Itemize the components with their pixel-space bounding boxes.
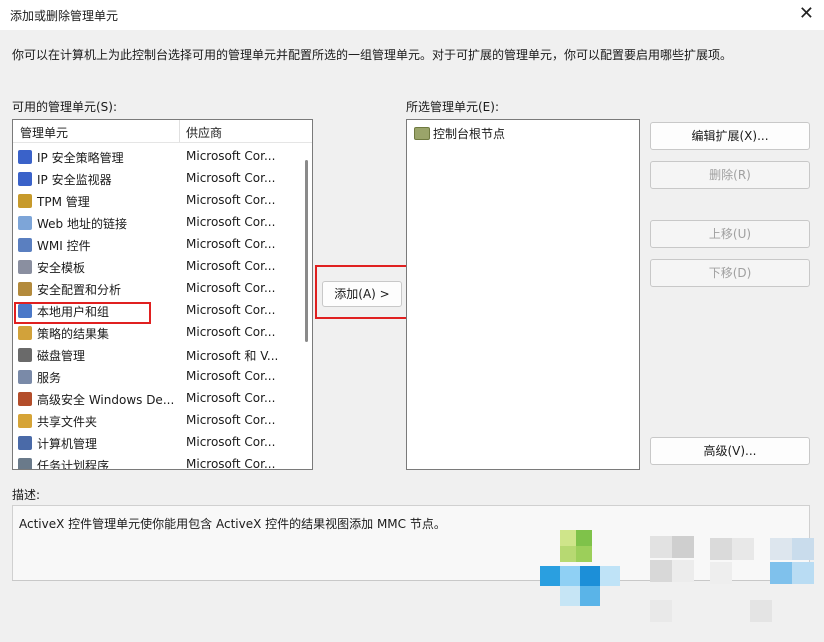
snapin-name: 高级安全 Windows De...	[37, 393, 175, 407]
list-item[interactable]: TPM 管理 Microsoft Cor...	[13, 190, 303, 212]
list-item[interactable]: 任务计划程序 Microsoft Cor...	[13, 454, 303, 470]
tpm-icon	[18, 194, 32, 208]
services-icon	[18, 370, 32, 384]
list-item[interactable]: WMI 控件 Microsoft Cor...	[13, 234, 303, 256]
list-item[interactable]: 计算机管理 Microsoft Cor...	[13, 432, 303, 454]
move-down-button[interactable]: 下移(D)	[650, 259, 810, 287]
window-title: 添加或删除管理单元	[10, 9, 119, 23]
snapin-name: 安全模板	[37, 261, 86, 275]
snapin-vendor: Microsoft Cor...	[186, 237, 276, 251]
selected-label: 所选管理单元(E):	[406, 100, 499, 114]
firewall-icon	[18, 392, 32, 406]
add-button[interactable]: 添加(A) >	[322, 281, 402, 307]
snapin-name: 策略的结果集	[37, 327, 110, 341]
highlight-box	[14, 302, 151, 324]
snapin-name: 共享文件夹	[37, 415, 98, 429]
snapin-name: Web 地址的链接	[37, 217, 127, 231]
snapin-vendor: Microsoft Cor...	[186, 391, 276, 405]
snapin-vendor: Microsoft Cor...	[186, 457, 276, 470]
snapin-name: 计算机管理	[37, 437, 98, 451]
snapin-name: IP 安全策略管理	[37, 151, 124, 165]
snapin-name: IP 安全监视器	[37, 173, 112, 187]
snapin-name: WMI 控件	[37, 239, 91, 253]
snapin-vendor: Microsoft 和 V...	[186, 349, 279, 363]
list-item[interactable]: 高级安全 Windows De... Microsoft Cor...	[13, 388, 303, 410]
remove-button[interactable]: 删除(R)	[650, 161, 810, 189]
list-item[interactable]: 服务 Microsoft Cor...	[13, 366, 303, 388]
description-label: 描述:	[12, 488, 41, 502]
wmi-icon	[18, 238, 32, 252]
snapin-vendor: Microsoft Cor...	[186, 435, 276, 449]
snapin-name: 服务	[37, 371, 62, 385]
edit-extensions-button[interactable]: 编辑扩展(X)...	[650, 122, 810, 150]
list-item-label: 控制台根节点	[433, 127, 506, 141]
close-icon[interactable]: ✕	[799, 3, 814, 24]
available-list[interactable]: 管理单元 供应商 IP 安全策略管理 Microsoft Cor... IP 安全监…	[12, 119, 313, 470]
snapin-vendor: Microsoft Cor...	[186, 171, 276, 185]
snapin-vendor: Microsoft Cor...	[186, 259, 276, 273]
snapin-name: TPM 管理	[37, 195, 90, 209]
snapin-vendor: Microsoft Cor...	[186, 369, 276, 383]
snapin-vendor: Microsoft Cor...	[186, 413, 276, 427]
list-item[interactable]: 安全模板 Microsoft Cor...	[13, 256, 303, 278]
list-item[interactable]: 磁盘管理 Microsoft 和 V...	[13, 344, 303, 366]
advanced-button[interactable]: 高级(V)...	[650, 437, 810, 465]
dialog-description: 你可以在计算机上为此控制台选择可用的管理单元并配置所选的一组管理单元。对于可扩展…	[12, 48, 733, 62]
list-header: 管理单元 供应商	[13, 120, 312, 143]
snapin-vendor: Microsoft Cor...	[186, 281, 276, 295]
disk-management-icon	[18, 348, 32, 362]
shared-folders-icon	[18, 414, 32, 428]
list-item[interactable]: Web 地址的链接 Microsoft Cor...	[13, 212, 303, 234]
computer-management-icon	[18, 436, 32, 450]
task-scheduler-icon	[18, 458, 32, 469]
snapin-vendor: Microsoft Cor...	[186, 325, 276, 339]
snapin-name: 任务计划程序	[37, 459, 110, 470]
column-separator	[179, 120, 180, 142]
snapin-vendor: Microsoft Cor...	[186, 193, 276, 207]
snapin-name: 磁盘管理	[37, 349, 86, 363]
column-header-vendor[interactable]: 供应商	[186, 124, 222, 141]
snapin-vendor: Microsoft Cor...	[186, 215, 276, 229]
available-label: 可用的管理单元(S):	[12, 100, 118, 114]
ip-security-policy-icon	[18, 150, 32, 164]
scrollbar-thumb[interactable]	[305, 160, 308, 342]
security-template-icon	[18, 260, 32, 274]
list-item[interactable]: 共享文件夹 Microsoft Cor...	[13, 410, 303, 432]
title-bar	[0, 0, 824, 30]
description-text: ActiveX 控件管理单元使你能用包含 ActiveX 控件的结果视图添加 M…	[19, 517, 446, 531]
rsop-icon	[18, 326, 32, 340]
move-up-button[interactable]: 上移(U)	[650, 220, 810, 248]
watermark-mosaic	[520, 530, 820, 640]
console-root-folder-icon	[414, 127, 430, 140]
list-item[interactable]: 安全配置和分析 Microsoft Cor...	[13, 278, 303, 300]
column-header-name[interactable]: 管理单元	[20, 124, 68, 141]
list-item[interactable]: 控制台根节点	[407, 122, 639, 144]
list-item[interactable]: 策略的结果集 Microsoft Cor...	[13, 322, 303, 344]
security-config-icon	[18, 282, 32, 296]
snapin-name: 安全配置和分析	[37, 283, 122, 297]
list-item[interactable]: IP 安全策略管理 Microsoft Cor...	[13, 146, 303, 168]
selected-list[interactable]: 控制台根节点	[406, 119, 640, 470]
list-item[interactable]: IP 安全监视器 Microsoft Cor...	[13, 168, 303, 190]
web-link-icon	[18, 216, 32, 230]
ip-security-monitor-icon	[18, 172, 32, 186]
snapin-vendor: Microsoft Cor...	[186, 149, 276, 163]
snapin-vendor: Microsoft Cor...	[186, 303, 276, 317]
